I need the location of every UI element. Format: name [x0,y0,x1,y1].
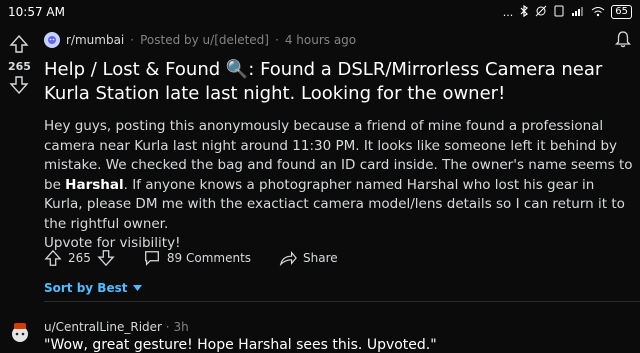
post-title[interactable]: Help / Lost & Found 🔍: Found a DSLR/Mirr… [44,58,634,106]
comment-age: 3h [173,320,189,334]
sim-icon [553,5,565,20]
bell-icon[interactable] [614,30,632,48]
action-vote-count: 265 [68,251,91,265]
signal-icon [571,5,585,20]
wifi-icon [591,5,605,20]
subreddit-avatar-icon[interactable] [44,32,60,48]
sort-label: Sort by Best [44,281,128,295]
posted-by: Posted by u/[deleted] [140,33,269,47]
vote-actions: 265 [44,249,115,267]
comment-author[interactable]: u/CentralLine_Rider [44,320,162,334]
chevron-down-icon [133,285,143,291]
share-icon [279,250,297,267]
downvote-icon[interactable] [97,249,115,267]
battery-indicator: 65 [611,5,632,19]
muted-alarm-icon [535,5,547,20]
status-bar: 10:57 AM ... 65 [0,0,640,24]
post-meta: r/mumbai · Posted by u/[deleted] · 4 hou… [44,32,356,48]
post-age: 4 hours ago [284,33,357,47]
owner-name: Harshal [65,176,124,193]
upvote-icon[interactable] [9,34,29,54]
comment-meta: u/CentralLine_Rider · 3h [44,320,189,334]
comments-button[interactable]: 89 Comments [143,249,251,267]
post-body-part-2: . If anyone knows a photographer named H… [44,176,625,232]
divider [44,301,640,302]
bluetooth-icon [519,4,529,20]
share-button[interactable]: Share [279,249,338,267]
subreddit-link[interactable]: r/mumbai [66,33,124,47]
post-body: Hey guys, posting this anonymously becau… [44,117,634,254]
status-time: 10:57 AM [8,5,65,19]
vote-column: 265 [8,34,31,99]
sort-dropdown[interactable]: Sort by Best [44,281,143,295]
post-actions: 265 89 Comments Share [44,248,338,268]
status-icons: ... 65 [502,4,632,20]
vote-count: 265 [8,60,31,73]
comment-icon [144,251,159,266]
comments-label: 89 Comments [166,251,252,265]
share-label: Share [303,251,338,265]
downvote-icon[interactable] [9,75,29,95]
upvote-icon[interactable] [44,249,62,267]
meta-separator: · [274,33,279,47]
meta-separator: · [130,33,135,47]
comment-body: "Wow, great gesture! Hope Harshal sees t… [44,337,437,353]
more-dots: ... [502,5,514,19]
commenter-avatar[interactable] [8,320,32,344]
